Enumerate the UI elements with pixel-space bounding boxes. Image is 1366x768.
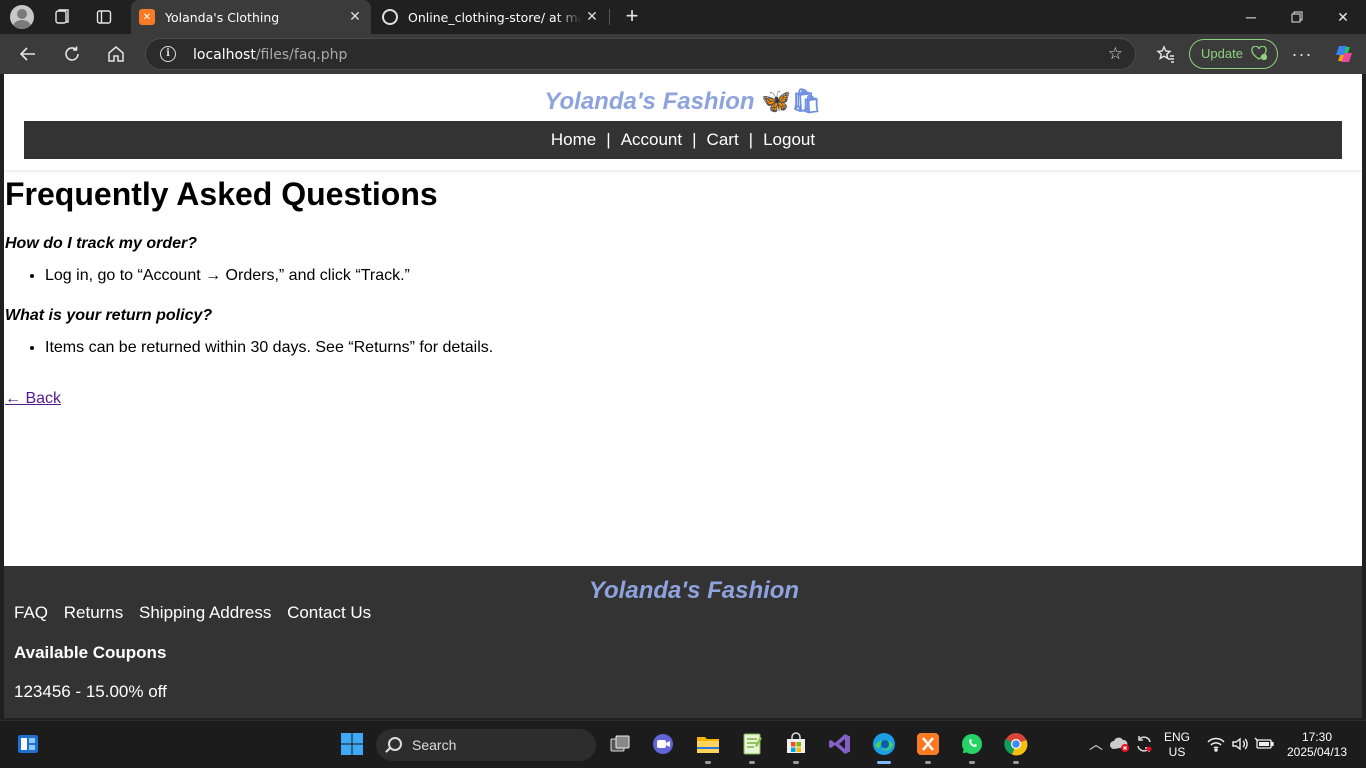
favorite-star-icon[interactable]: ☆ <box>1108 44 1123 64</box>
browser-tab-bar: ✕ Yolanda's Clothing ✕ Online_clothing-s… <box>0 0 1366 34</box>
faq-question: How do I track my order? <box>5 235 198 252</box>
teams-meet-icon[interactable] <box>650 730 678 758</box>
input-language[interactable]: ENG US <box>1160 730 1194 760</box>
notepad-plus-plus-icon[interactable] <box>738 730 766 758</box>
running-indicator <box>925 761 931 764</box>
copilot-icon[interactable] <box>1330 40 1358 68</box>
site-brand: Yolanda's Fashion 🦋🛍 <box>544 88 822 115</box>
tab-divider <box>609 9 610 25</box>
task-view-icon[interactable] <box>606 730 634 758</box>
visual-studio-icon[interactable] <box>826 730 854 758</box>
tab-actions-icon[interactable] <box>92 5 116 29</box>
butterfly-bag-emoji: 🦋🛍 <box>761 88 822 115</box>
more-options-icon[interactable]: ··· <box>1288 40 1316 68</box>
browser-toolbar: i localhost/files/faq.php ☆ Update ··· <box>0 34 1366 74</box>
footer-link-shipping-address[interactable]: Shipping Address <box>139 603 271 622</box>
site-footer: Yolanda's Fashion FAQ Returns Shipping A… <box>4 566 1362 718</box>
clock[interactable]: 17:30 2025/04/13 <box>1282 730 1352 760</box>
home-icon[interactable] <box>102 40 130 68</box>
footer-link-contact-us[interactable]: Contact Us <box>287 603 371 622</box>
tab-title: Yolanda's Clothing <box>165 9 280 25</box>
xampp-favicon-icon: ✕ <box>139 9 155 25</box>
sync-icon[interactable] <box>1130 730 1158 758</box>
minimize-icon[interactable]: ─ <box>1228 0 1274 34</box>
footer-brand: Yolanda's Fashion <box>588 577 800 604</box>
search-icon <box>388 737 402 751</box>
start-windows-icon[interactable] <box>338 730 366 758</box>
footer-links: FAQ Returns Shipping Address Contact Us <box>14 603 382 623</box>
faq-answer: Items can be returned within 30 days. Se… <box>45 339 1305 357</box>
tab-title: Online_clothing-store/ at main · Y <box>408 9 582 25</box>
close-window-icon[interactable]: ✕ <box>1320 0 1366 34</box>
faq-answer: Log in, go to “Account → Orders,” and cl… <box>45 267 1305 285</box>
close-tab-icon[interactable]: ✕ <box>345 7 365 27</box>
nav-home[interactable]: Home <box>543 130 604 150</box>
running-indicator <box>793 761 799 764</box>
github-favicon-icon <box>382 9 398 25</box>
nav-account[interactable]: Account <box>613 130 690 150</box>
address-url: localhost/files/faq.php <box>193 47 348 63</box>
footer-link-returns[interactable]: Returns <box>64 603 124 622</box>
close-tab-icon[interactable]: ✕ <box>582 7 602 27</box>
windows-taskbar: Search ︿ ENG US 17:30 2025/04/13 <box>0 720 1366 768</box>
workspaces-icon[interactable] <box>50 5 74 29</box>
tab-github-repo[interactable]: Online_clothing-store/ at main · Y ✕ <box>374 0 608 34</box>
main-nav: Home | Account | Cart | Logout <box>24 121 1342 159</box>
faq-question: What is your return policy? <box>5 307 213 324</box>
address-bar[interactable]: i localhost/files/faq.php ☆ <box>145 38 1136 70</box>
back-link[interactable]: ← Back <box>5 390 61 408</box>
back-arrow-icon[interactable] <box>14 40 42 68</box>
taskbar-search[interactable]: Search <box>376 729 596 761</box>
restore-icon[interactable] <box>1274 0 1320 34</box>
nav-logout[interactable]: Logout <box>755 130 823 150</box>
update-button[interactable]: Update <box>1189 39 1278 69</box>
nav-separator: | <box>748 130 754 149</box>
faq-answer-list: Items can be returned within 30 days. Se… <box>5 339 1305 357</box>
running-indicator <box>705 761 711 764</box>
footer-link-faq[interactable]: FAQ <box>14 603 48 622</box>
favorites-icon[interactable] <box>1151 40 1179 68</box>
site-header: Yolanda's Fashion 🦋🛍 Home | Account | Ca… <box>4 74 1362 170</box>
active-app-indicator <box>877 761 891 764</box>
tab-yolandas-clothing[interactable]: ✕ Yolanda's Clothing ✕ <box>131 0 371 34</box>
profile-avatar-icon[interactable] <box>10 5 34 29</box>
file-explorer-icon[interactable] <box>694 730 722 758</box>
xampp-icon[interactable] <box>914 730 942 758</box>
coupon-item: 123456 - 15.00% off <box>14 682 167 701</box>
whatsapp-icon[interactable] <box>958 730 986 758</box>
nav-separator: | <box>606 130 611 149</box>
widgets-icon[interactable] <box>14 730 42 758</box>
edge-icon[interactable] <box>870 730 898 758</box>
page-title: Frequently Asked Questions <box>5 176 438 212</box>
nav-cart[interactable]: Cart <box>699 130 747 150</box>
coupons-heading: Available Coupons <box>14 643 167 662</box>
nav-separator: | <box>692 130 697 149</box>
battery-icon[interactable] <box>1250 730 1278 758</box>
running-indicator <box>1013 761 1019 764</box>
site-info-icon[interactable]: i <box>160 46 176 62</box>
running-indicator <box>749 761 755 764</box>
chrome-icon[interactable] <box>1002 730 1030 758</box>
faq-content: Frequently Asked Questions How do I trac… <box>5 172 1305 408</box>
refresh-icon[interactable] <box>58 40 86 68</box>
faq-answer-list: Log in, go to “Account → Orders,” and cl… <box>5 267 1305 285</box>
microsoft-store-icon[interactable] <box>782 730 810 758</box>
new-tab-icon[interactable]: + <box>620 5 644 29</box>
running-indicator <box>969 761 975 764</box>
page-viewport: Yolanda's Fashion 🦋🛍 Home | Account | Ca… <box>4 74 1362 718</box>
